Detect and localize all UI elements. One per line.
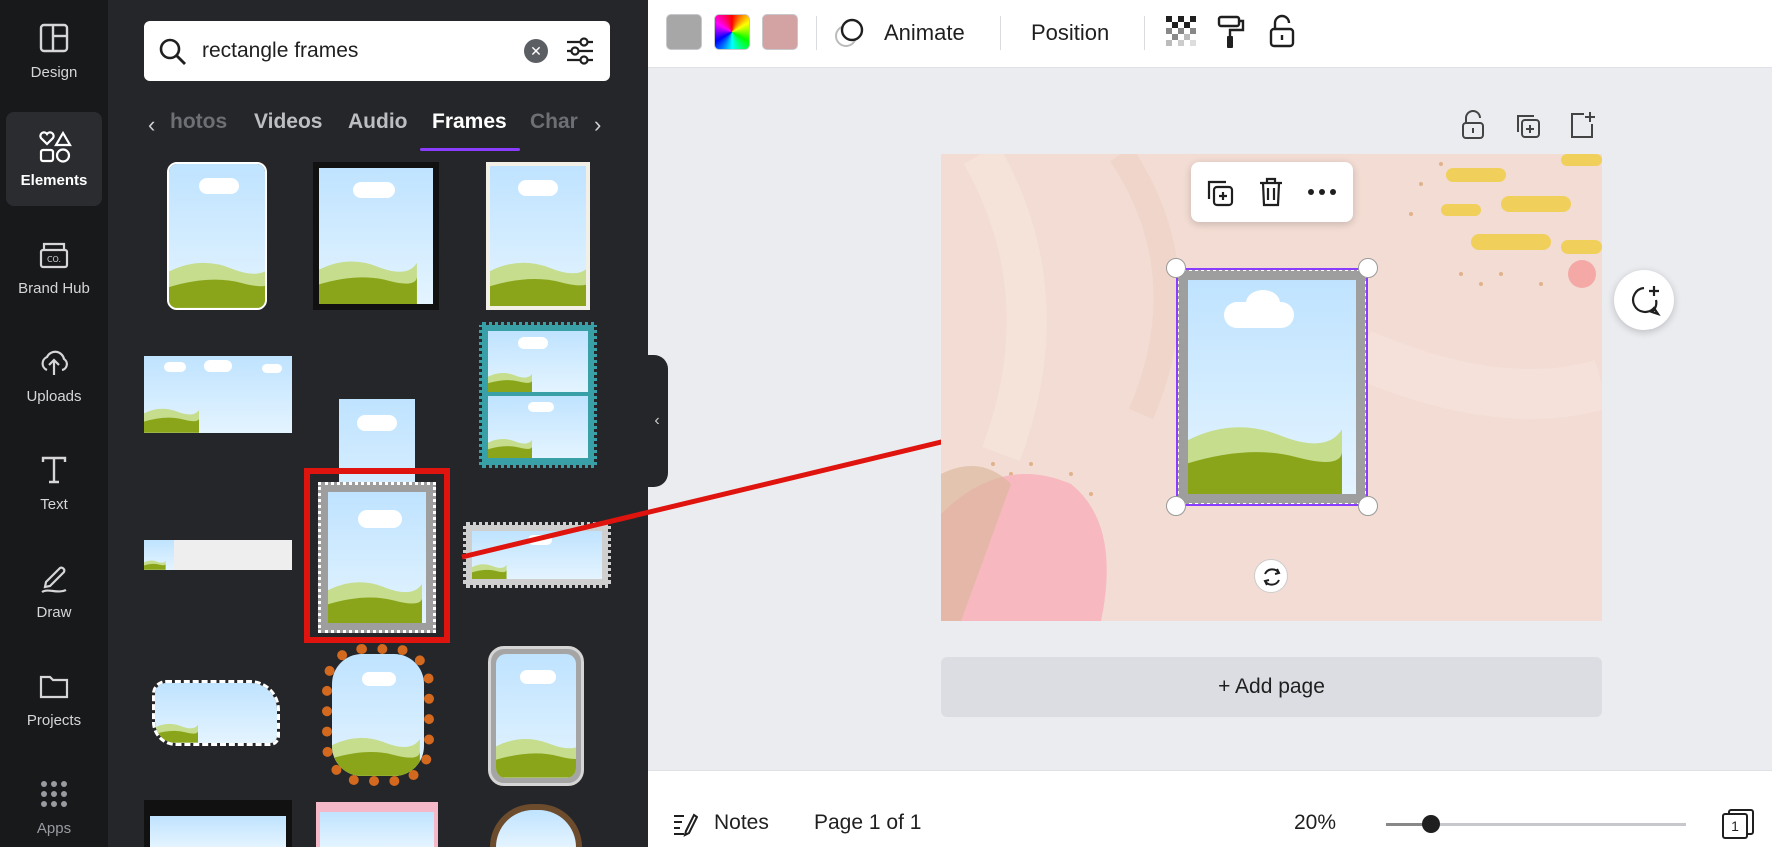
transparency-icon[interactable]: [1166, 16, 1198, 48]
selection-outline: [1176, 268, 1368, 506]
zoom-level[interactable]: 20%: [1294, 811, 1336, 835]
position-button[interactable]: Position: [1031, 20, 1109, 46]
resize-handle-top-right[interactable]: [1358, 258, 1378, 278]
add-page-icon[interactable]: [1568, 110, 1596, 140]
page-indicator[interactable]: Page 1 of 1: [814, 811, 921, 835]
notes-button[interactable]: Notes: [714, 811, 769, 835]
toolbar-divider: [1144, 16, 1145, 50]
page-count-icon[interactable]: 1: [1722, 809, 1754, 839]
duplicate-page-icon[interactable]: [1514, 112, 1542, 140]
element-context-menu: [1191, 162, 1353, 222]
lock-icon[interactable]: [1268, 14, 1296, 50]
editor-toolbar: Animate Position: [648, 0, 1772, 68]
paint-roller-icon[interactable]: [1216, 14, 1246, 50]
toolbar-divider: [816, 16, 817, 50]
trash-icon[interactable]: [1257, 176, 1285, 208]
more-options-icon[interactable]: [1307, 188, 1337, 196]
resize-handle-bottom-right[interactable]: [1358, 496, 1378, 516]
rotate-icon[interactable]: [1254, 559, 1288, 593]
page-lock-icon[interactable]: [1460, 110, 1486, 140]
page-count: 1: [1722, 813, 1748, 839]
color-picker-rainbow[interactable]: [714, 14, 750, 50]
resize-handle-bottom-left[interactable]: [1166, 496, 1186, 516]
color-swatch-pink[interactable]: [762, 14, 798, 50]
duplicate-icon[interactable]: [1205, 178, 1235, 208]
toolbar-divider: [1000, 16, 1001, 50]
add-page-button[interactable]: + Add page: [941, 657, 1602, 717]
add-comment-icon[interactable]: [1614, 270, 1674, 330]
notes-icon[interactable]: [672, 811, 698, 837]
animate-button[interactable]: Animate: [884, 20, 965, 46]
zoom-slider-handle[interactable]: [1422, 815, 1440, 833]
color-swatch-gray[interactable]: [666, 14, 702, 50]
resize-handle-top-left[interactable]: [1166, 258, 1186, 278]
animate-icon[interactable]: [834, 16, 866, 50]
bottom-bar: Notes Page 1 of 1 20% 1: [648, 770, 1772, 847]
